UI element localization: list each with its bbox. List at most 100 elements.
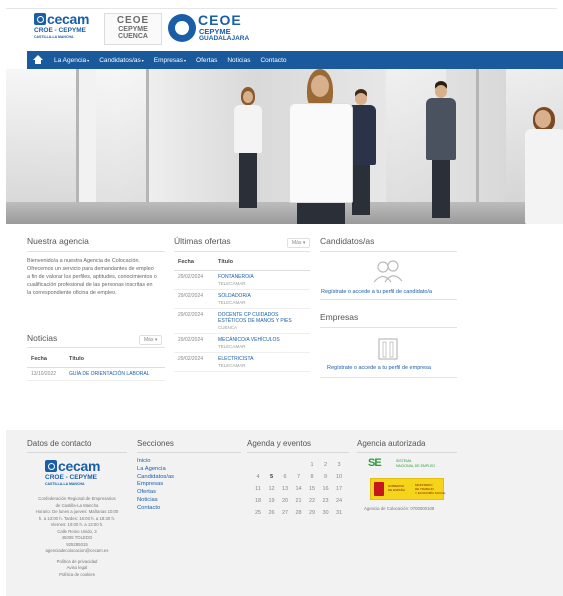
cookies-link[interactable]: Política de cookies	[20, 572, 134, 579]
companies-title: Empresas	[320, 312, 359, 322]
contact-line: Horario: De lunes a jueves: Mañanas 10:0…	[35, 509, 119, 514]
footer-link-la-agencia[interactable]: La Agencia	[137, 466, 174, 474]
news-more-button[interactable]: Más ▾	[139, 335, 163, 345]
footer-link-ofertas[interactable]: Ofertas	[137, 489, 174, 497]
nav-item-empresas[interactable]: Empresas▾	[154, 57, 186, 64]
candidates-link[interactable]: Regístrate o accede a tu perfil de candi…	[321, 289, 432, 295]
cecam-logo-region: CASTILLA-LA MANCHA	[34, 35, 74, 39]
footer-divider	[247, 452, 349, 453]
nav-item-contacto[interactable]: Contacto	[260, 57, 286, 64]
footer-link-empresas[interactable]: Empresas	[137, 481, 174, 489]
table-row[interactable]: 13/10/2022 GUÍA DE ORIENTACIÓN LABORAL	[27, 367, 165, 381]
page: cecam CROE - CEPYME CASTILLA-LA MANCHA C…	[0, 0, 563, 596]
nav-item-ofertas[interactable]: Ofertas	[196, 57, 217, 64]
calendar-day[interactable]: 5	[266, 474, 278, 480]
cecam-logo-word: cecam	[58, 458, 101, 474]
calendar-day[interactable]: 20	[279, 498, 291, 504]
calendar-day[interactable]: 15	[306, 486, 318, 492]
footer-link-inicio[interactable]: Inicio	[137, 458, 174, 466]
calendar-day[interactable]: 13	[279, 486, 291, 492]
head	[355, 93, 367, 105]
footer-link-candidatos[interactable]: Candidatos/as	[137, 474, 174, 482]
cecam-logo[interactable]: cecam CROE - CEPYME CASTILLA-LA MANCHA	[34, 11, 96, 45]
calendar-day[interactable]: 30	[320, 510, 332, 516]
calendar-day[interactable]: 28	[293, 510, 305, 516]
calendar-day[interactable]: 3	[333, 462, 345, 468]
body	[289, 103, 353, 203]
calendar-day[interactable]: 31	[333, 510, 345, 516]
calendar-day[interactable]: 16	[320, 486, 332, 492]
legs	[297, 203, 345, 224]
footer-cecam-logo[interactable]: cecam CROE - CEPYME CASTILLA-LA MANCHA	[45, 458, 107, 492]
offers-more-button[interactable]: Más ▾	[287, 238, 311, 248]
calendar-day[interactable]: 29	[306, 510, 318, 516]
sne-logo-mark: SE	[368, 457, 382, 469]
calendar-day[interactable]: 12	[266, 486, 278, 492]
nav-item-noticias[interactable]: Noticias	[227, 57, 250, 64]
head	[535, 110, 551, 128]
chevron-down-icon: ▾	[87, 57, 90, 63]
calendar-day[interactable]: 21	[293, 498, 305, 504]
news-title-link[interactable]: GUÍA DE ORIENTACIÓN LABORAL	[65, 367, 165, 381]
table-row[interactable]: 29/02/2024 MECÁNICO/A VEHÍCULOS TELECAMAR	[174, 333, 310, 353]
users-icon[interactable]	[371, 258, 405, 284]
table-row[interactable]: 29/02/2024 ELECTRICISTA TELECAMAR	[174, 352, 310, 372]
footer-link-contacto[interactable]: Contacto	[137, 505, 174, 513]
calendar-day[interactable]: 4	[252, 474, 264, 480]
companies-link[interactable]: Regístrate o accede a tu perfil de empre…	[327, 365, 431, 371]
calendar-day[interactable]: 25	[252, 510, 264, 516]
calendar-day[interactable]: 24	[333, 498, 345, 504]
home-icon[interactable]	[33, 55, 43, 65]
calendar-day[interactable]: 27	[279, 510, 291, 516]
calendar-day[interactable]: 2	[320, 462, 332, 468]
footer-sections-list: Inicio La Agencia Candidatos/as Empresas…	[137, 458, 174, 513]
calendar-day[interactable]: 8	[306, 474, 318, 480]
nav-item-la-agencia[interactable]: La Agencia▾	[54, 57, 89, 64]
companies-divider	[320, 327, 457, 328]
nav-label: Empresas	[153, 56, 184, 64]
calendar-day[interactable]: 17	[333, 486, 345, 492]
footer-divider	[27, 452, 127, 453]
sne-logo[interactable]: SE SISTEMA NACIONAL DE EMPLEO	[368, 457, 448, 473]
chevron-down-icon: ▾	[184, 57, 187, 63]
chevron-down-icon: ▾	[154, 337, 158, 343]
offer-location: CUENCA	[218, 324, 238, 330]
ceoe-cuenca-logo[interactable]: CEOE CEPYME CUENCA	[104, 13, 162, 45]
offer-title-link[interactable]: MECÁNICO/A VEHÍCULOS TELECAMAR	[214, 333, 310, 353]
table-row[interactable]: 29/02/2024 SOLDADOR/A TELECAMAR	[174, 289, 310, 309]
offer-title-link[interactable]: ELECTRICISTA TELECAMAR	[214, 352, 310, 372]
calendar-day[interactable]: 9	[320, 474, 332, 480]
legs	[239, 153, 257, 208]
calendar-day[interactable]: 14	[293, 486, 305, 492]
news-table: Fecha Título 13/10/2022 GUÍA DE ORIENTAC…	[27, 351, 165, 381]
calendar-day[interactable]: 6	[279, 474, 291, 480]
calendar-day[interactable]: 19	[266, 498, 278, 504]
news-more-label: Más	[144, 337, 154, 343]
hero-mullion	[476, 69, 479, 224]
ceoe-guadalajara-logo[interactable]: CEOE CEPYME GUADALAJARA	[168, 12, 254, 47]
footer-link-noticias[interactable]: Noticias	[137, 497, 174, 505]
calendar-day[interactable]: 26	[266, 510, 278, 516]
head	[435, 85, 447, 98]
nav-item-candidatos[interactable]: Candidatos/as▾	[99, 57, 144, 64]
calendar-day[interactable]: 7	[293, 474, 305, 480]
calendar-day[interactable]: 18	[252, 498, 264, 504]
offer-title-link[interactable]: FONTANERO/A TELECAMAR	[214, 270, 310, 290]
table-header: Fecha Título	[174, 254, 310, 271]
building-icon[interactable]	[376, 335, 400, 361]
offer-title-link[interactable]: SOLDADOR/A TELECAMAR	[214, 289, 310, 309]
hero-floor	[6, 202, 563, 224]
offer-title-link[interactable]: DOCENTE CP CUIDADOS ESTÉTICOS DE MANOS Y…	[214, 308, 310, 334]
footer-agenda-title: Agenda y eventos	[247, 439, 312, 448]
calendar-day[interactable]: 22	[306, 498, 318, 504]
ministry-logo[interactable]: GOBIERNO DE ESPAÑA MINISTERIO DE TRABAJO…	[370, 478, 446, 500]
nav-label: La Agencia	[54, 56, 87, 64]
ministry-line2: DE ESPAÑA	[388, 488, 405, 492]
calendar-day[interactable]: 23	[320, 498, 332, 504]
head	[311, 75, 329, 97]
calendar-day[interactable]: 1	[306, 462, 318, 468]
calendar-day[interactable]: 10	[333, 474, 345, 480]
table-row[interactable]: 29/02/2024 FONTANERO/A TELECAMAR	[174, 270, 310, 290]
calendar-day[interactable]: 11	[252, 486, 264, 492]
table-row[interactable]: 29/02/2024 DOCENTE CP CUIDADOS ESTÉTICOS…	[174, 308, 310, 334]
